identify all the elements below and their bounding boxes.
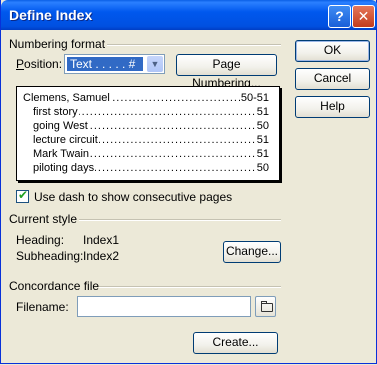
subheading-value: Index2 [83,249,120,263]
preview-entry-page: 51 [255,148,269,161]
filename-input[interactable] [77,296,251,317]
preview-entry: ........................................… [33,106,269,119]
preview-entry-text: Mark Twain [33,148,91,160]
position-label: Position: [16,57,63,71]
ok-button[interactable]: OK [295,40,370,62]
folder-icon [261,301,273,312]
preview-entry-text: piloting days [33,162,96,174]
preview-entry: ........................................… [33,120,269,133]
preview-entry-page: 51 [255,134,269,147]
change-button[interactable]: Change... [223,241,281,263]
subheading-label: Subheading: [16,249,84,263]
help-button[interactable]: Help [295,96,370,118]
browse-button[interactable] [255,296,276,317]
preview-entry-text: Clemens, Samuel [23,92,111,104]
preview-entry: ........................................… [33,134,269,147]
preview-entry-text: lecture circuit [33,134,99,146]
position-label-rest: osition: [24,57,63,71]
cancel-button[interactable]: Cancel [295,68,370,90]
preview-entry-page: 51 [255,106,269,119]
numbering-format-label: Numbering format [9,37,106,51]
heading-label: Heading: [16,233,65,247]
title-close-button[interactable]: ✕ [352,5,375,28]
preview-entry-text: first story [33,106,79,118]
current-style-divider [79,219,281,221]
title-help-button[interactable]: ? [328,5,351,28]
checkmark-icon: ✔ [18,188,29,202]
preview-entry-text: going West [33,120,89,132]
create-button[interactable]: Create... [193,332,278,354]
dialog-title: Define Index [9,7,93,23]
define-index-dialog: Define Index ? ✕ Numbering format Positi… [0,0,377,364]
concordance-file-label: Concordance file [9,279,100,293]
preview-entry: ........................................… [33,148,269,161]
dash-checkbox-label[interactable]: Use dash to show consecutive pages [34,190,232,204]
filename-label: Filename: [16,300,69,314]
position-select[interactable]: Text . . . . . # ▼ [64,54,165,74]
index-preview: ........................................… [16,86,280,181]
dash-checkbox[interactable]: ✔ [16,188,29,203]
numbering-format-divider [107,44,281,46]
heading-value: Index1 [83,233,120,247]
concordance-divider [99,286,281,288]
preview-entry-page: 50 [255,120,269,133]
preview-entry: ........................................… [23,92,269,105]
page-numbering-button[interactable]: Page Numbering... [176,54,277,90]
preview-entry: ........................................… [33,162,269,175]
title-bar[interactable]: Define Index ? ✕ [1,0,377,30]
position-select-value: Text . . . . . # [67,57,143,71]
preview-entry-page: 50-51 [239,92,269,105]
preview-entry-page: 50 [255,162,269,175]
current-style-label: Current style [9,212,78,226]
chevron-down-icon[interactable]: ▼ [147,56,163,72]
